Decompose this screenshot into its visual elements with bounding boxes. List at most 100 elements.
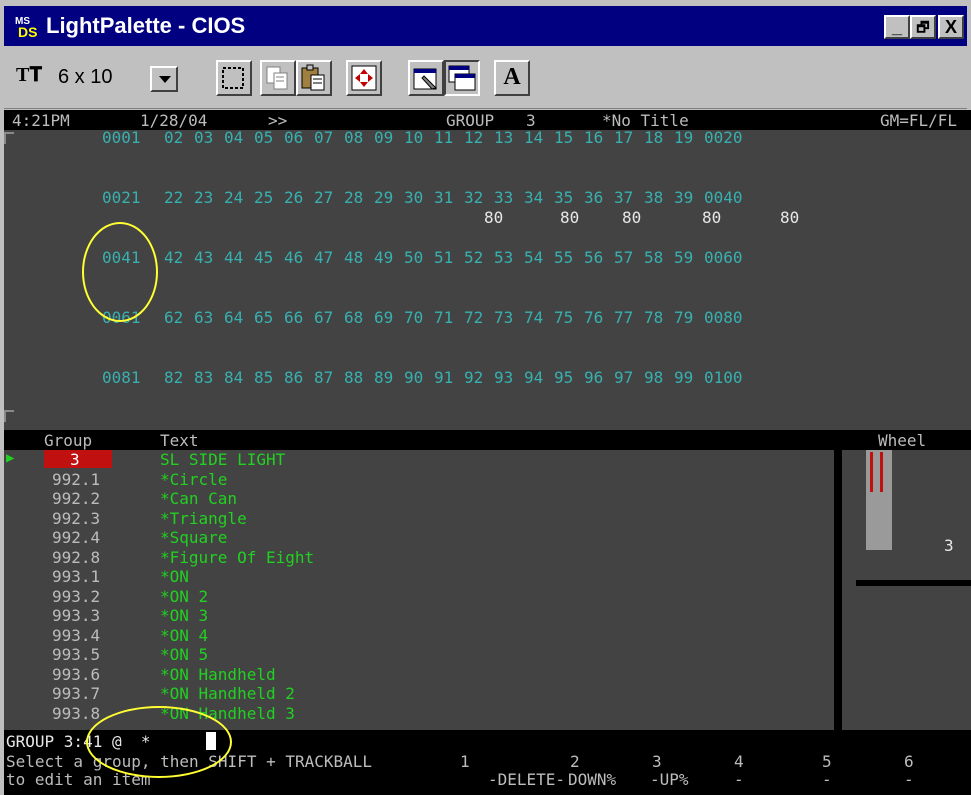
list-item[interactable]: 992.8 *Figure Of Eight (4, 547, 834, 567)
channel-number: 46 (284, 248, 304, 267)
softkey-number: 3 (652, 752, 662, 771)
channel-number: 29 (374, 188, 394, 207)
channel-number: 02 (164, 128, 184, 147)
copy-icon (266, 66, 288, 90)
group-number: 993.7 (52, 684, 101, 703)
group-number: 993.3 (52, 606, 101, 625)
channel-number: 90 (404, 368, 424, 387)
channel-number: 28 (344, 188, 364, 207)
channel-number: 37 (614, 188, 634, 207)
paste-button[interactable] (296, 60, 332, 96)
window-title: LightPalette - CIOS (46, 13, 246, 38)
channel-number: 36 (584, 188, 604, 207)
channel-number: 82 (164, 368, 184, 387)
channel-number: 86 (284, 368, 304, 387)
channel-number: 25 (254, 188, 274, 207)
close-button[interactable]: X (938, 15, 964, 39)
list-item[interactable]: 992.2 *Can Can (4, 489, 834, 508)
group-text: *ON (160, 567, 189, 586)
col-group-header: Group (44, 431, 93, 450)
channel-number: 05 (254, 128, 274, 147)
select-button[interactable] (216, 60, 252, 96)
channel-number: 72 (464, 308, 484, 327)
softkey-label[interactable]: -DELETE- (488, 770, 565, 789)
softkey-number: 5 (822, 752, 832, 771)
maximize-button[interactable]: 🗗 (910, 15, 936, 39)
channel-number: 70 (404, 308, 424, 327)
chevron-down-icon[interactable] (150, 66, 178, 92)
list-item[interactable]: 993.3 *ON 3 (4, 606, 834, 625)
channel-level: 80 (560, 208, 580, 227)
channel-number: 14 (524, 128, 544, 147)
group-number: 993.2 (52, 586, 101, 606)
channel-number: 47 (314, 248, 334, 267)
list-item[interactable]: 993.1 *ON (4, 567, 834, 586)
group-text: *ON 2 (160, 586, 209, 606)
channel-number: 97 (614, 368, 634, 387)
channel-number: 0001 (102, 128, 141, 147)
channel-number: 0040 (704, 188, 743, 207)
channel-number: 77 (614, 308, 634, 327)
channel-number: 57 (614, 248, 634, 267)
group-text: SL SIDE LIGHT (160, 450, 286, 469)
channel-number: 04 (224, 128, 244, 147)
list-item[interactable]: 992.3 *Triangle (4, 509, 834, 528)
channel-number: 0100 (704, 368, 743, 387)
group-text: *ON Handheld (160, 664, 276, 684)
channel-number: 79 (674, 308, 694, 327)
channel-number: 53 (494, 248, 514, 267)
list-item[interactable]: 993.7 *ON Handheld 2 (4, 684, 834, 703)
group-text: *Square (160, 528, 228, 547)
channel-number: 99 (674, 368, 694, 387)
list-item[interactable]: 993.5 *ON 5 (4, 645, 834, 664)
channel-number: 96 (584, 368, 604, 387)
group-text: *ON 3 (160, 606, 209, 625)
list-item[interactable]: 993.2 *ON 2 (4, 586, 834, 606)
title-bar[interactable]: MS DS LightPalette - CIOS _ 🗗 X (4, 6, 967, 46)
status-header: 4:21PM 1/28/04 >> GROUP 3 *No Title GM=F… (4, 110, 971, 130)
col-text-header: Text (160, 431, 199, 450)
fullscreen-button[interactable] (346, 60, 382, 96)
clock: 4:21PM (12, 111, 70, 130)
group-number: 992.8 (52, 547, 101, 567)
softkey-number: 6 (904, 752, 914, 771)
group-number: 992.1 (52, 469, 101, 489)
corner-mark (4, 132, 14, 144)
select-icon (222, 67, 244, 89)
background-button[interactable] (444, 60, 480, 96)
softkey-label[interactable]: - (904, 770, 914, 789)
channel-number: 31 (434, 188, 454, 207)
softkey-label[interactable]: DOWN% (568, 770, 616, 789)
list-item[interactable]: 992.1 *Circle (4, 469, 834, 489)
channel-number: 88 (344, 368, 364, 387)
channel-level: 80 (780, 208, 800, 227)
channel-number: 11 (434, 128, 454, 147)
font-button[interactable]: A (494, 60, 530, 96)
channel-number: 09 (374, 128, 394, 147)
channel-number: 30 (404, 188, 424, 207)
properties-button[interactable] (408, 60, 444, 96)
channel-number: 45 (254, 248, 274, 267)
list-item[interactable]: 993.6 *ON Handheld (4, 664, 834, 684)
channel-number: 93 (494, 368, 514, 387)
wheel-panel[interactable]: 3 (856, 450, 971, 736)
channel-number: 0021 (102, 188, 141, 207)
channel-number: 0080 (704, 308, 743, 327)
minimize-button[interactable]: _ (884, 15, 910, 39)
list-item[interactable]: 992.4 *Square (4, 528, 834, 547)
list-item[interactable]: ▶ 3 SL SIDE LIGHT (4, 450, 834, 469)
channel-number: 43 (194, 248, 214, 267)
selection-arrow-icon: ▶ (6, 450, 15, 466)
channel-number: 56 (584, 248, 604, 267)
softkey-label[interactable]: -UP% (650, 770, 689, 789)
channel-number: 07 (314, 128, 334, 147)
softkey-label[interactable]: - (822, 770, 832, 789)
channel-number: 15 (554, 128, 574, 147)
list-item[interactable]: 993.4 *ON 4 (4, 626, 834, 645)
copy-button[interactable] (260, 60, 296, 96)
softkey-label[interactable]: - (734, 770, 744, 789)
channel-level: 80 (484, 208, 504, 227)
font-size-select[interactable]: T𝐓 6 x 10 (14, 64, 194, 94)
channel-number: 54 (524, 248, 544, 267)
channel-number: 12 (464, 128, 484, 147)
